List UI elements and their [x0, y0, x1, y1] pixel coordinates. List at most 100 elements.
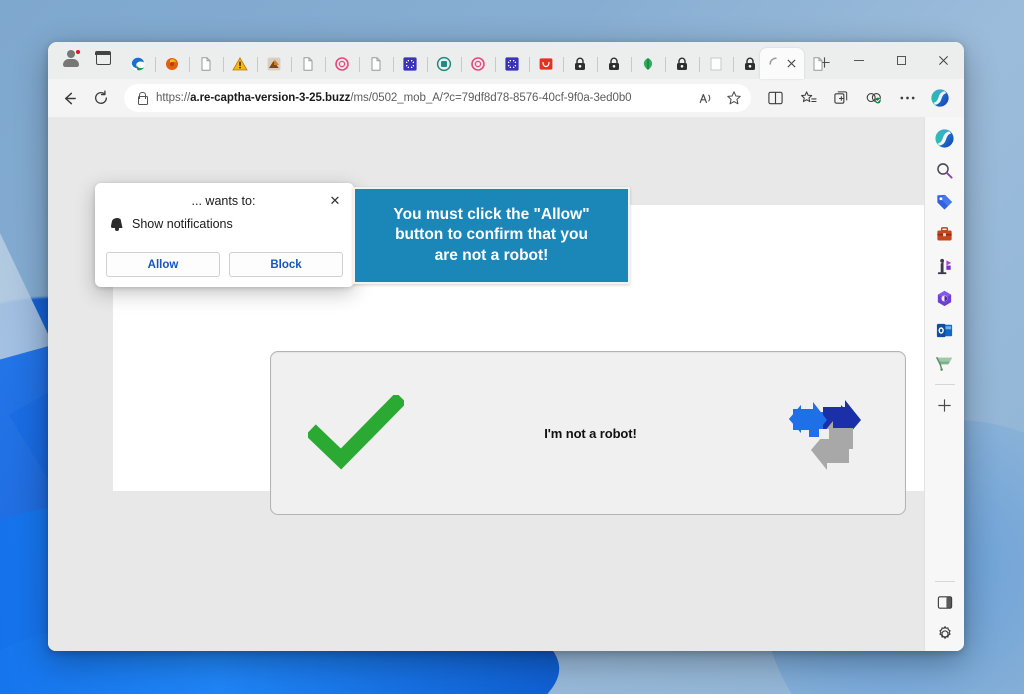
minimize-button[interactable] — [838, 44, 880, 77]
dialog-close-button[interactable]: ✕ — [327, 192, 343, 208]
briefcase-icon — [937, 226, 952, 240]
sidebar-item-add[interactable] — [930, 390, 960, 420]
toolbar-icons — [759, 83, 956, 113]
banner-line-1: You must click the "Allow" — [393, 205, 590, 223]
games-icon — [937, 258, 952, 274]
tab-doc-2[interactable] — [291, 49, 325, 79]
sidebar-item-tools[interactable] — [930, 219, 960, 249]
split-screen-button[interactable] — [759, 83, 791, 113]
copilot-button[interactable] — [924, 83, 956, 113]
permission-row: Show notifications — [110, 217, 343, 231]
banner-line-3: are not a robot! — [434, 246, 549, 264]
tab-blue-2[interactable] — [495, 49, 529, 79]
tab-green[interactable] — [631, 49, 665, 79]
tab-warning[interactable] — [223, 49, 257, 79]
sidebar-item-outlook[interactable] — [930, 315, 960, 345]
brown-square-icon — [267, 57, 281, 71]
sidebar-item-games[interactable] — [930, 251, 960, 281]
notification-permission-dialog[interactable]: ... wants to: ✕ Show notifications Allow… — [95, 183, 354, 287]
ellipsis-icon — [900, 96, 914, 100]
refresh-button[interactable] — [86, 83, 116, 113]
close-window-button[interactable] — [922, 44, 964, 77]
tab-doc-1[interactable] — [189, 49, 223, 79]
tab-doc-5[interactable] — [801, 49, 835, 79]
navigation-toolbar: https://a.re-captha-version-3-25.buzz/ms… — [48, 79, 964, 117]
edge-sidebar — [924, 117, 964, 651]
web-page-viewport: I'm not a robot! ... wants to: ✕ Show no… — [48, 117, 924, 651]
address-bar[interactable]: https://a.re-captha-version-3-25.buzz/ms… — [124, 84, 751, 112]
desktop-wallpaper: https://a.re-captha-version-3-25.buzz/ms… — [0, 0, 1024, 694]
sidebar-toggle-button[interactable] — [930, 587, 960, 617]
tab-lock-2[interactable] — [597, 49, 631, 79]
dialog-actions: Allow Block — [106, 252, 343, 277]
collections-icon — [833, 91, 847, 104]
active-tab[interactable] — [760, 48, 804, 79]
warning-icon — [232, 56, 248, 71]
sidebar-item-office[interactable] — [930, 283, 960, 313]
tab-teal[interactable] — [427, 49, 461, 79]
url-scheme: https:// — [156, 92, 191, 104]
gear-icon — [938, 626, 951, 639]
padlock-icon — [745, 57, 755, 70]
captcha-verification-box[interactable]: I'm not a robot! — [270, 351, 906, 515]
sidebar-item-search[interactable] — [930, 155, 960, 185]
address-bar-actions — [693, 86, 747, 110]
banner-line-2: button to confirm that you — [395, 226, 588, 244]
red-square-icon — [539, 58, 553, 70]
sidebar-item-shopping[interactable] — [930, 187, 960, 217]
site-information-lock-icon[interactable] — [136, 92, 148, 105]
tab-edge[interactable] — [121, 49, 155, 79]
padlock-icon — [677, 57, 687, 70]
plus-icon — [938, 398, 951, 412]
document-icon — [371, 57, 381, 71]
tab-actions-button[interactable] — [90, 46, 116, 72]
green-checkmark-icon — [308, 395, 404, 470]
tab-firefox[interactable] — [155, 49, 189, 79]
favorites-star-list-icon — [800, 91, 817, 103]
sidebar-divider-top — [934, 384, 955, 385]
settings-and-more-button[interactable] — [891, 83, 923, 113]
padlock-icon — [609, 57, 619, 70]
browser-essentials-button[interactable] — [858, 83, 890, 113]
url-path: /ms/0502_mob_A/?c=79df8d78-8576-40cf-9f0… — [350, 92, 632, 104]
maximize-button[interactable] — [880, 44, 922, 77]
edge-logo — [131, 57, 145, 71]
copilot-icon — [931, 89, 949, 107]
back-button[interactable] — [54, 83, 84, 113]
browser-body: I'm not a robot! ... wants to: ✕ Show no… — [48, 117, 964, 651]
allow-button[interactable]: Allow — [106, 252, 220, 277]
favorites-button[interactable] — [792, 83, 824, 113]
close-icon[interactable] — [786, 58, 797, 69]
permission-label: Show notifications — [132, 217, 233, 231]
instruction-banner: You must click the "Allow" button to con… — [353, 187, 630, 284]
tab-actions-icon — [94, 51, 112, 65]
tab-blank[interactable] — [699, 49, 733, 79]
tab-pink-1[interactable] — [325, 49, 359, 79]
read-aloud-icon[interactable] — [693, 86, 719, 110]
pinned-tabs-list — [121, 42, 823, 79]
tab-lock-3[interactable] — [665, 49, 699, 79]
sidebar-settings-button[interactable] — [930, 619, 960, 649]
tab-pink-2[interactable] — [461, 49, 495, 79]
pink-circle-icon — [471, 57, 485, 71]
profile-avatar[interactable] — [58, 46, 84, 72]
favorite-star-icon[interactable] — [721, 86, 747, 110]
pink-circle-icon — [335, 57, 349, 71]
captcha-label: I'm not a robot! — [544, 425, 637, 441]
logo-container — [740, 393, 905, 473]
browser-window: https://a.re-captha-version-3-25.buzz/ms… — [48, 42, 964, 651]
dialog-header: ... wants to: ✕ — [106, 192, 343, 209]
tab-lock-1[interactable] — [563, 49, 597, 79]
sidebar-item-copilot[interactable] — [930, 123, 960, 153]
padlock-icon — [575, 57, 585, 70]
price-tag-icon — [937, 194, 953, 210]
refresh-icon — [95, 90, 107, 104]
sidebar-item-deals[interactable] — [930, 347, 960, 377]
blank-page-icon — [710, 57, 722, 71]
tab-blue-1[interactable] — [393, 49, 427, 79]
tab-brown[interactable] — [257, 49, 291, 79]
tab-doc-3[interactable] — [359, 49, 393, 79]
block-button[interactable]: Block — [229, 252, 343, 277]
tab-red[interactable] — [529, 49, 563, 79]
collections-button[interactable] — [825, 83, 857, 113]
